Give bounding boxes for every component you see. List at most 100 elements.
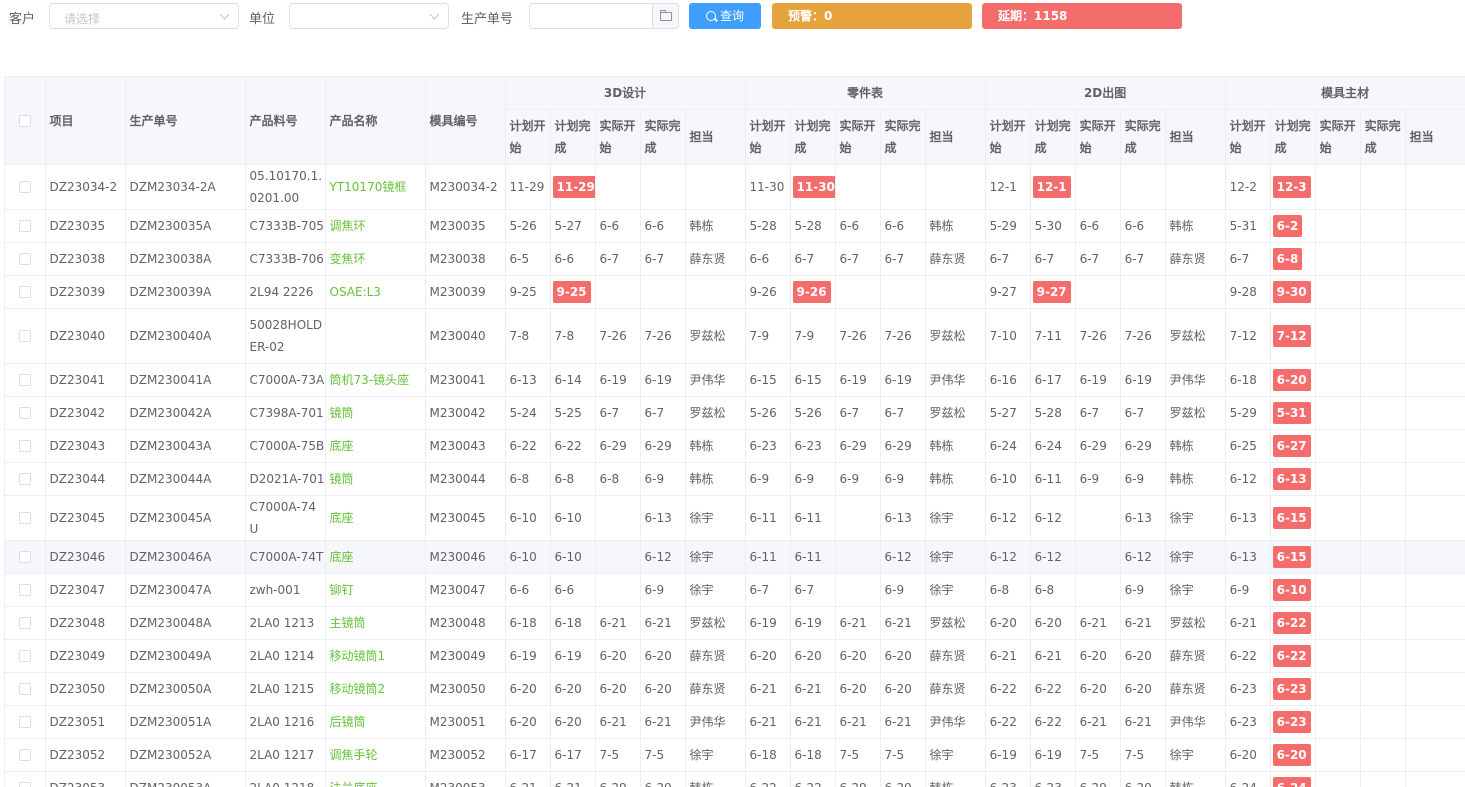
- customer-select-placeholder: 请选择: [64, 10, 100, 27]
- row-checkbox[interactable]: [19, 473, 31, 485]
- table-row[interactable]: DZ23044DZM230044AD2021A-701镜筒M2300446-86…: [5, 462, 1465, 495]
- table-row[interactable]: DZ23039DZM230039A2L94 2226OSAE:L3M230039…: [5, 275, 1465, 308]
- cell-order-no: DZM230043A: [125, 429, 245, 462]
- cell-actual-start: 6-20: [595, 639, 640, 672]
- table-row[interactable]: DZ23052DZM230052A2LA0 1217调焦手轮M2300526-1…: [5, 738, 1465, 771]
- header-project[interactable]: 项目: [45, 77, 125, 164]
- cell-plan-finish: 6-23: [1270, 705, 1315, 738]
- query-button[interactable]: 查询: [689, 3, 761, 29]
- row-checkbox[interactable]: [19, 181, 31, 193]
- row-checkbox[interactable]: [19, 617, 31, 629]
- cell-plan-finish: 5-27: [550, 209, 595, 242]
- table-row[interactable]: DZ23046DZM230046AC7000A-74T底座M2300466-10…: [5, 540, 1465, 573]
- table-row[interactable]: DZ23040DZM230040A50028HOLDER-02M2300407-…: [5, 308, 1465, 363]
- product-name-link[interactable]: YT10170镜框: [330, 180, 407, 194]
- overdue-date-tag: 6-20: [1273, 744, 1311, 766]
- cell-plan-start: 6-9: [745, 462, 790, 495]
- header-parts-list-plan-finish: 计划完成: [790, 109, 835, 164]
- cell-actual-start: [835, 164, 880, 209]
- product-name-link[interactable]: 底座: [330, 511, 354, 525]
- row-checkbox[interactable]: [19, 286, 31, 298]
- order-no-input[interactable]: [530, 4, 654, 28]
- row-checkbox[interactable]: [19, 330, 31, 342]
- row-checkbox[interactable]: [19, 650, 31, 662]
- customer-select[interactable]: 请选择: [49, 3, 239, 29]
- row-checkbox[interactable]: [19, 407, 31, 419]
- product-name-link[interactable]: 法兰底座: [330, 781, 378, 787]
- table-row[interactable]: DZ23034-2DZM23034-2A05.10170.1.0201.00YT…: [5, 164, 1465, 209]
- cell-owner: 韩栋: [685, 209, 745, 242]
- table-row[interactable]: DZ23042DZM230042AC7398A-701镜筒M2300425-24…: [5, 396, 1465, 429]
- row-checkbox[interactable]: [19, 440, 31, 452]
- table-row[interactable]: DZ23047DZM230047Azwh-001铆钉M2300476-66-66…: [5, 573, 1465, 606]
- unit-select[interactable]: [289, 3, 449, 29]
- row-checkbox[interactable]: [19, 716, 31, 728]
- cell-mold-no: M230051: [425, 705, 505, 738]
- row-checkbox[interactable]: [19, 220, 31, 232]
- header-3d-design-plan-start: 计划开始: [505, 109, 550, 164]
- row-checkbox[interactable]: [19, 584, 31, 596]
- product-name-link[interactable]: 变焦环: [330, 252, 366, 266]
- filter-toolbar: 客户 请选择 单位 生产单号 查询 预警：0 延期：1158: [0, 0, 1465, 34]
- row-checkbox[interactable]: [19, 374, 31, 386]
- cell-plan-finish: 6-21: [550, 771, 595, 787]
- row-checkbox[interactable]: [19, 551, 31, 563]
- product-name-link[interactable]: 铆钉: [330, 583, 354, 597]
- product-name-link[interactable]: OSAE:L3: [330, 285, 381, 299]
- product-name-link[interactable]: 调焦环: [330, 219, 366, 233]
- table-row[interactable]: DZ23050DZM230050A2LA0 1215移动镜筒2M2300506-…: [5, 672, 1465, 705]
- folder-browse-button[interactable]: [652, 4, 678, 28]
- cell-plan-start: 6-18: [505, 606, 550, 639]
- table-row[interactable]: DZ23048DZM230048A2LA0 1213主镜筒M2300486-18…: [5, 606, 1465, 639]
- cell-actual-start: 7-26: [595, 308, 640, 363]
- row-checkbox[interactable]: [19, 782, 31, 787]
- product-name-link[interactable]: 镜筒: [330, 472, 354, 486]
- cell-actual-finish: 6-20: [1120, 672, 1165, 705]
- cell-actual-start: 6-9: [835, 462, 880, 495]
- product-name-link[interactable]: 筒机73-镜头座: [330, 373, 410, 387]
- select-all-checkbox[interactable]: [19, 115, 31, 127]
- header-3d-design-owner: 担当: [685, 109, 745, 164]
- cell-actual-finish: [1360, 209, 1405, 242]
- product-name-link[interactable]: 后镜筒: [330, 715, 366, 729]
- table-row[interactable]: DZ23051DZM230051A2LA0 1216后镜筒M2300516-20…: [5, 705, 1465, 738]
- row-checkbox[interactable]: [19, 253, 31, 265]
- cell-order-no: DZM230044A: [125, 462, 245, 495]
- cell-mold-no: M230034-2: [425, 164, 505, 209]
- header-product-name[interactable]: 产品名称: [325, 77, 425, 164]
- cell-order-no: DZM230051A: [125, 705, 245, 738]
- product-name-link[interactable]: 镜筒: [330, 406, 354, 420]
- product-name-link[interactable]: 调焦手轮: [330, 748, 378, 762]
- cell-actual-finish: [1360, 275, 1405, 308]
- product-name-link[interactable]: 主镜筒: [330, 616, 366, 630]
- table-row[interactable]: DZ23041DZM230041AC7000A-73A筒机73-镜头座M2300…: [5, 363, 1465, 396]
- row-checkbox[interactable]: [19, 512, 31, 524]
- header-mold-no[interactable]: 模具编号: [425, 77, 505, 164]
- delay-count-button[interactable]: 延期：1158: [982, 3, 1182, 29]
- header-material-no[interactable]: 产品料号: [245, 77, 325, 164]
- product-name-link[interactable]: 底座: [330, 439, 354, 453]
- product-name-link[interactable]: 底座: [330, 550, 354, 564]
- row-checkbox-cell: [5, 540, 45, 573]
- cell-owner: 徐宇: [685, 495, 745, 540]
- overdue-date-tag: 6-22: [1273, 645, 1311, 667]
- table-row[interactable]: DZ23053DZM230053A2LA0 1218法兰底座M2300536-2…: [5, 771, 1465, 787]
- cell-material-no: 2LA0 1215: [245, 672, 325, 705]
- header-order-no[interactable]: 生产单号: [125, 77, 245, 164]
- row-checkbox[interactable]: [19, 683, 31, 695]
- cell-plan-finish: 6-23: [1030, 771, 1075, 787]
- product-name-link[interactable]: 移动镜筒2: [330, 682, 386, 696]
- table-row[interactable]: DZ23043DZM230043AC7000A-75B底座M2300436-22…: [5, 429, 1465, 462]
- cell-plan-finish: 9-30: [1270, 275, 1315, 308]
- warning-count-button[interactable]: 预警：0: [772, 3, 972, 29]
- cell-plan-start: 6-13: [1225, 495, 1270, 540]
- row-checkbox[interactable]: [19, 749, 31, 761]
- table-row[interactable]: DZ23038DZM230038AC7333B-706变焦环M2300386-5…: [5, 242, 1465, 275]
- cell-product-name: OSAE:L3: [325, 275, 425, 308]
- cell-plan-finish: 6-15: [1270, 540, 1315, 573]
- product-name-link[interactable]: 移动镜筒1: [330, 649, 386, 663]
- cell-owner: [1405, 606, 1465, 639]
- table-row[interactable]: DZ23045DZM230045AC7000A-74U底座M2300456-10…: [5, 495, 1465, 540]
- table-row[interactable]: DZ23049DZM230049A2LA0 1214移动镜筒1M2300496-…: [5, 639, 1465, 672]
- table-row[interactable]: DZ23035DZM230035AC7333B-705调焦环M2300355-2…: [5, 209, 1465, 242]
